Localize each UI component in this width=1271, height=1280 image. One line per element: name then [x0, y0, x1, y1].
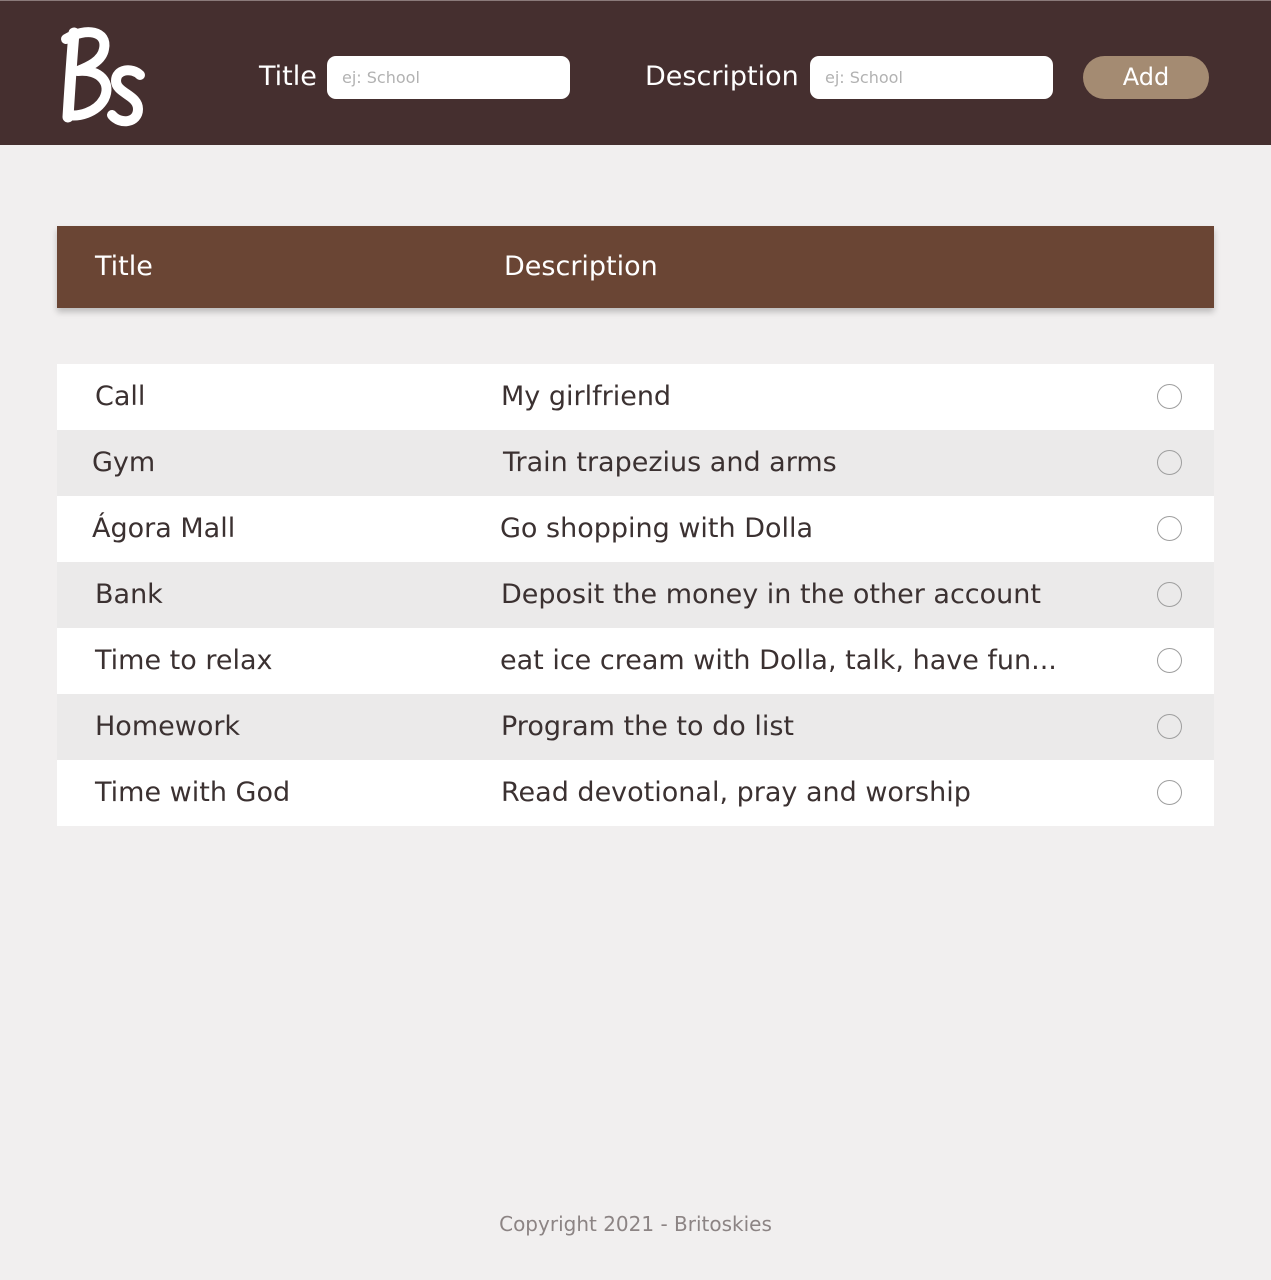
task-title: Gym [92, 447, 156, 478]
complete-radio[interactable] [1157, 780, 1182, 805]
complete-radio[interactable] [1157, 516, 1182, 541]
complete-radio[interactable] [1157, 450, 1182, 475]
task-description: Program the to do list [501, 711, 794, 742]
task-title: Time with God [95, 777, 291, 808]
title-input[interactable] [327, 56, 570, 99]
brand-logo [61, 27, 145, 127]
task-row: Homework Program the to do list [57, 694, 1214, 760]
column-header-description: Description [504, 251, 658, 282]
task-list: Call My girlfriend Gym Train trapezius a… [57, 364, 1214, 826]
task-row: Time to relax eat ice cream with Dolla, … [57, 628, 1214, 694]
task-title: Ágora Mall [92, 513, 236, 544]
complete-radio[interactable] [1157, 582, 1182, 607]
task-description: My girlfriend [501, 381, 672, 412]
task-description: Deposit the money in the other account [501, 579, 1041, 610]
description-input[interactable] [810, 56, 1053, 99]
task-description: Go shopping with Dolla [500, 513, 814, 544]
task-row: Bank Deposit the money in the other acco… [57, 562, 1214, 628]
complete-radio[interactable] [1157, 648, 1182, 673]
task-description: eat ice cream with Dolla, talk, have fun… [500, 645, 1057, 676]
add-button[interactable]: Add [1083, 56, 1209, 99]
task-row: Gym Train trapezius and arms [57, 430, 1214, 496]
copyright-footer: Copyright 2021 - Britoskies [499, 1212, 772, 1236]
task-title: Call [95, 381, 146, 412]
title-field-label: Title [259, 61, 317, 92]
top-bar: Title Description Add [0, 0, 1271, 145]
task-row: Ágora Mall Go shopping with Dolla [57, 496, 1214, 562]
task-row: Time with God Read devotional, pray and … [57, 760, 1214, 826]
task-description: Train trapezius and arms [503, 447, 837, 478]
task-row: Call My girlfriend [57, 364, 1214, 430]
task-description: Read devotional, pray and worship [501, 777, 971, 808]
column-header-title: Title [95, 251, 153, 282]
task-title: Homework [95, 711, 241, 742]
task-title: Bank [95, 579, 163, 610]
complete-radio[interactable] [1157, 714, 1182, 739]
complete-radio[interactable] [1157, 384, 1182, 409]
table-header: Title Description [57, 226, 1214, 308]
description-field-label: Description [645, 61, 799, 92]
task-title: Time to relax [95, 645, 273, 676]
